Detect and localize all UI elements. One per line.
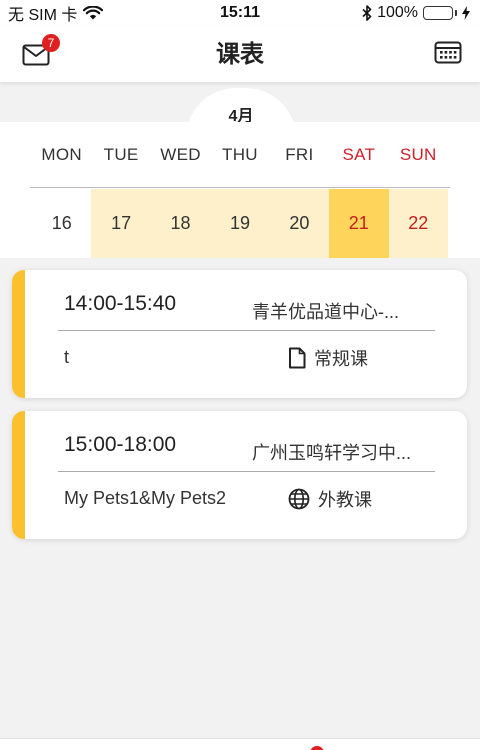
date-cell-wed[interactable]: 18 [150,189,211,258]
card-accent-bar [12,270,25,398]
date-cell-thu[interactable]: 19 [210,189,270,258]
card-divider [58,471,435,472]
lesson-card[interactable]: 15:00-18:00 广州玉鸣轩学习中... My Pets1&My Pets… [12,411,467,539]
lesson-time: 14:00-15:40 [64,292,177,315]
lesson-card[interactable]: 14:00-15:40 青羊优品道中心-... t 常规课 [12,270,467,398]
status-left: 无 SIM 卡 [8,1,104,25]
lesson-type-label: 常规课 [314,349,368,369]
wifi-icon [83,6,104,20]
lesson-description: t [64,347,70,367]
bluetooth-icon [362,5,372,21]
week-divider [30,187,450,188]
date-cell-sun[interactable]: 22 [388,189,448,258]
status-right: 100% [362,4,470,22]
weekday-sat: SAT [342,145,376,164]
week-panel: MON TUE WED THU FRI SAT SUN 16 17 18 19 … [0,122,480,258]
tab-badge-dot [310,746,324,750]
document-icon [289,347,306,369]
date-cell-mon[interactable]: 16 [32,189,91,258]
weekday-fri: FRI [285,145,314,164]
lesson-type: 外教课 [288,486,372,512]
weekday-wed: WED [160,145,201,164]
lesson-type-label: 外教课 [318,490,372,510]
lesson-time: 15:00-18:00 [64,433,177,456]
charging-bolt-icon [462,6,470,20]
weekday-tue: TUE [103,145,139,164]
battery-icon [423,6,457,20]
card-accent-bar [12,411,25,539]
date-cell-sat-selected[interactable]: 21 [329,189,389,258]
date-cell-tue[interactable]: 17 [91,189,151,258]
bottom-tab-bar [0,738,480,750]
date-cell-fri[interactable]: 20 [269,189,330,258]
calendar-icon [434,41,462,64]
battery-percent: 100% [377,4,418,21]
weekday-mon: MON [41,145,82,164]
calendar-button[interactable] [434,40,462,66]
page-title: 课表 [216,41,264,68]
status-bar: 无 SIM 卡 15:11 100% [0,0,480,26]
weekday-sun: SUN [399,145,437,164]
carrier-label: 无 SIM 卡 [8,7,78,24]
lesson-location: 广州玉鸣轩学习中... [252,443,412,463]
card-divider [58,330,435,331]
app-header: 7 课表 [0,26,480,82]
date-row: 16 17 18 19 20 21 22 [32,189,448,258]
globe-icon [288,488,310,510]
lesson-type: 常规课 [288,345,368,371]
weekday-thu: THU [222,145,258,164]
lesson-description: My Pets1&My Pets2 [64,488,227,508]
lesson-location: 青羊优品道中心-... [252,302,399,322]
weekday-row: MON TUE WED THU FRI SAT SUN [32,122,448,188]
